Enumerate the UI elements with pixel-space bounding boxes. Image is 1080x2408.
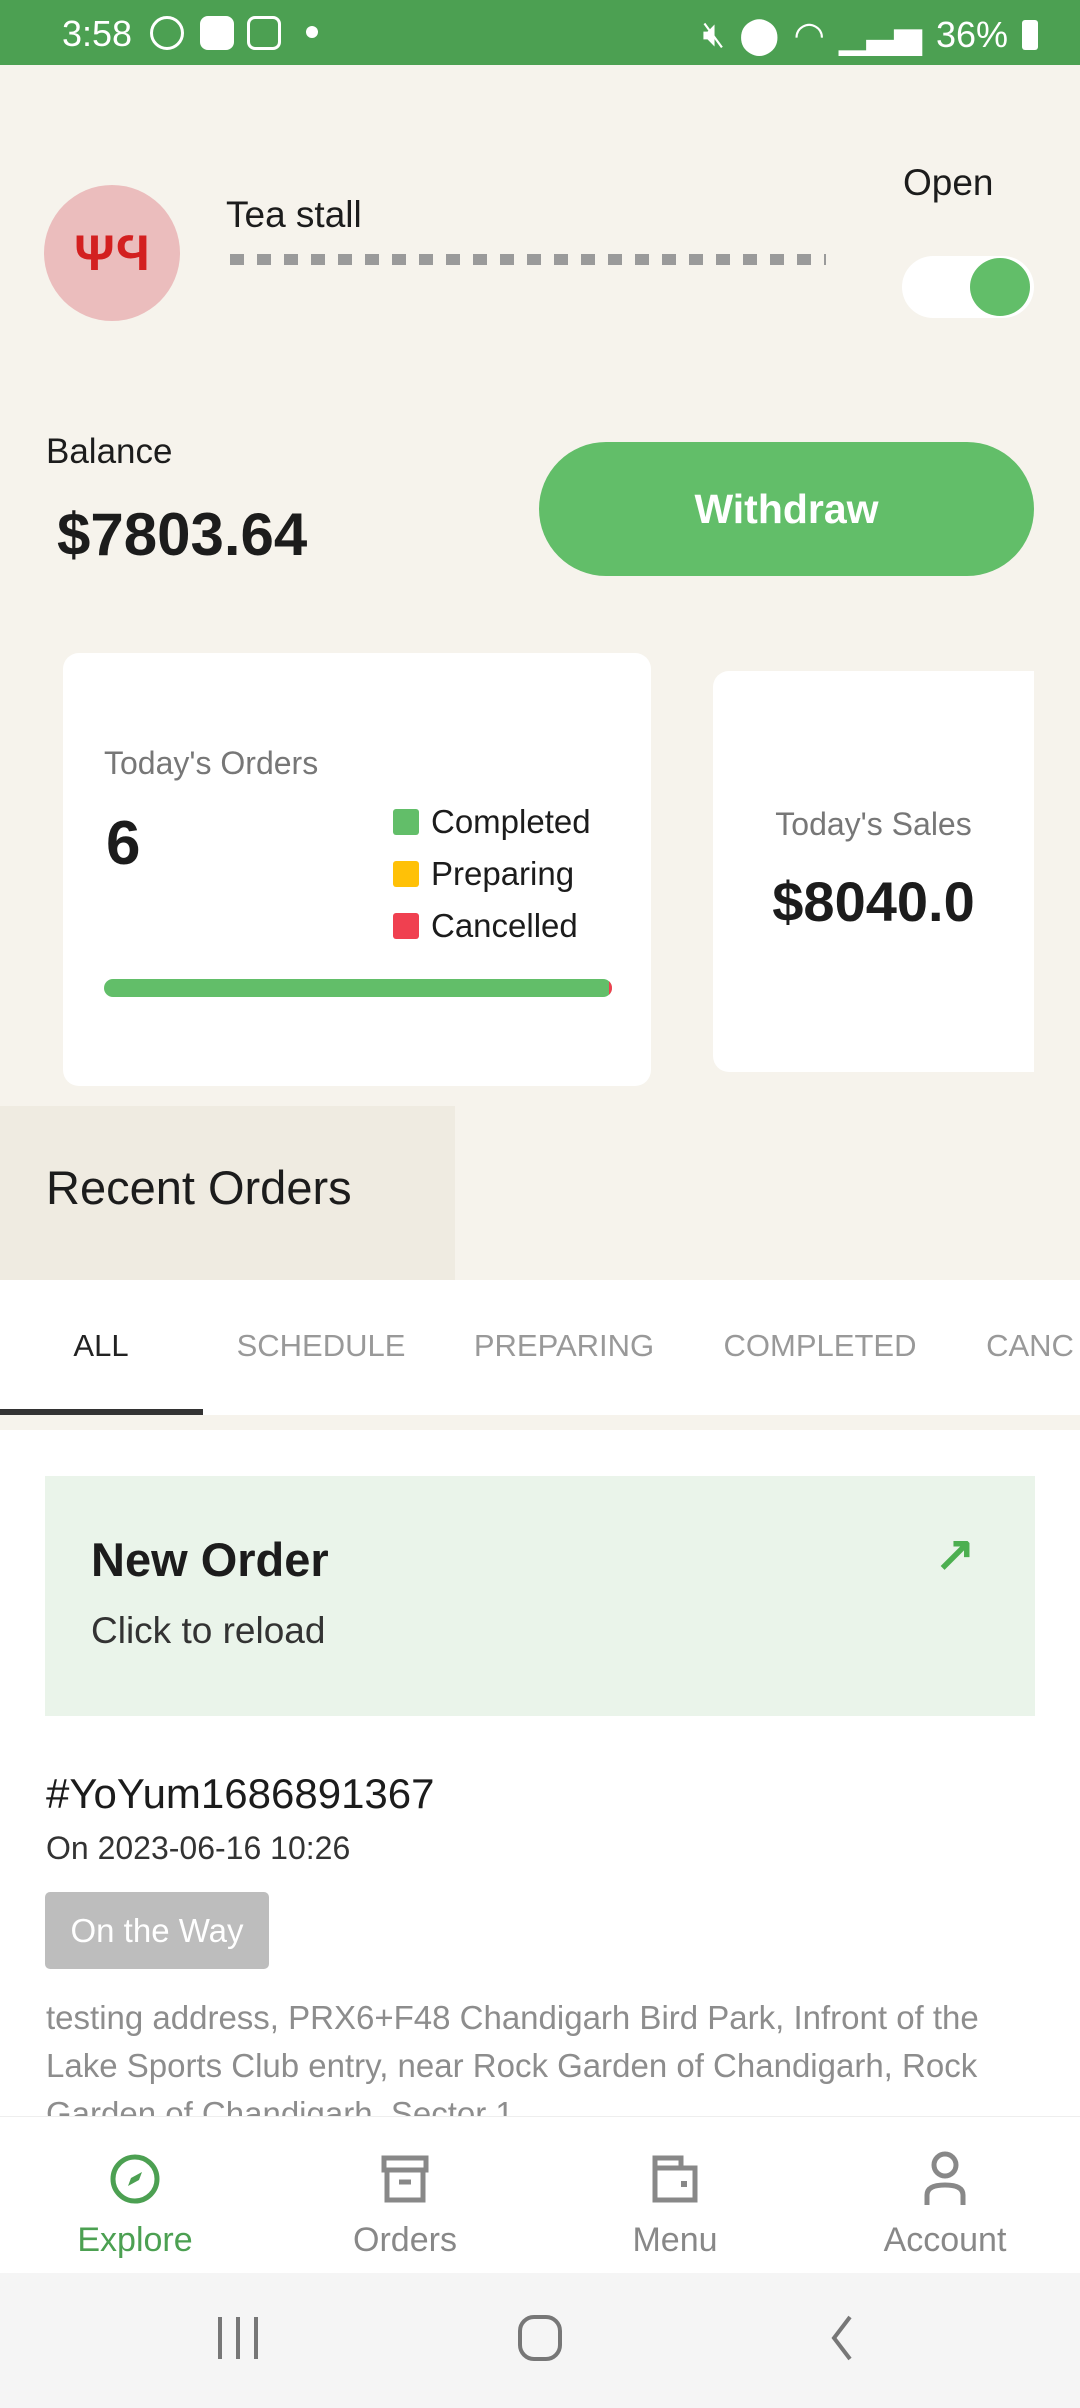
tab-all[interactable]: ALL xyxy=(73,1328,128,1364)
sales-card-title: Today's Sales xyxy=(775,806,972,842)
cancelled-segment xyxy=(609,979,612,997)
user-icon xyxy=(923,2151,967,2207)
order-address: testing address, PRX6+F48 Chandigarh Bir… xyxy=(46,1999,979,2116)
status-bar: 3:58 🔇︎ ⬤ ◠ ▁▃▅ 36% xyxy=(0,0,1080,65)
system-nav-bar xyxy=(0,2273,1080,2408)
nav-orders[interactable]: Orders xyxy=(270,2117,540,2274)
tab-completed[interactable]: COMPLETED xyxy=(724,1328,917,1364)
nav-account[interactable]: Account xyxy=(810,2117,1080,2274)
legend-cancelled: Cancelled xyxy=(393,907,578,945)
open-label: Open xyxy=(903,162,994,203)
home-icon[interactable] xyxy=(516,2313,564,2363)
sales-amount: $8040.0 xyxy=(772,870,975,933)
store-address-placeholder xyxy=(230,254,826,265)
archive-icon xyxy=(381,2151,429,2207)
tab-schedule[interactable]: SCHEDULE xyxy=(237,1328,406,1364)
balance-label: Balance xyxy=(46,432,173,471)
legend-preparing: Preparing xyxy=(393,855,574,893)
wallet-icon xyxy=(651,2151,699,2207)
back-icon[interactable] xyxy=(826,2313,858,2363)
store-name: Tea stall xyxy=(226,194,362,235)
recent-orders-title: Recent Orders xyxy=(46,1161,352,1214)
order-date: On 2023-06-16 10:26 xyxy=(46,1830,351,1866)
nav-menu[interactable]: Menu xyxy=(540,2117,810,2274)
toggle-knob xyxy=(970,258,1030,316)
bottom-nav: Explore Orders Menu Account xyxy=(0,2116,1080,2273)
gallery-icon xyxy=(247,16,281,50)
legend-completed: Completed xyxy=(393,803,591,841)
store-avatar[interactable]: ΨϤ xyxy=(44,185,180,321)
status-right: 🔇︎ ⬤ ◠ ▁▃▅ 36% xyxy=(702,13,1038,56)
compass-icon xyxy=(109,2151,161,2207)
open-toggle[interactable] xyxy=(902,256,1034,318)
tab-preparing[interactable]: PREPARING xyxy=(474,1328,654,1364)
orders-count: 6 xyxy=(106,809,141,878)
arrow-up-right-icon: ↗ xyxy=(935,1528,976,1581)
orders-card-title: Today's Orders xyxy=(104,745,319,781)
status-badge: On the Way xyxy=(45,1892,269,1969)
active-tab-indicator xyxy=(0,1409,203,1415)
status-time: 3:58 xyxy=(62,13,133,54)
signal-icon: ▁▃▅ xyxy=(838,13,922,55)
mute-icon: 🔇︎ xyxy=(702,13,726,54)
orders-progress-bar xyxy=(104,979,612,997)
todays-orders-card[interactable]: Today's Orders 6 Completed Preparing Can… xyxy=(63,653,651,1086)
new-order-subtitle: Click to reload xyxy=(91,1610,326,1651)
withdraw-button[interactable]: Withdraw xyxy=(539,442,1034,576)
battery-level: 36% xyxy=(935,13,1008,55)
face-icon xyxy=(150,16,184,50)
nav-explore[interactable]: Explore xyxy=(0,2117,270,2274)
tab-cancelled[interactable]: CANC xyxy=(986,1328,1074,1364)
app-icon xyxy=(200,16,234,50)
todays-sales-card[interactable]: Today's Sales $8040.0 xyxy=(713,671,1034,1072)
recent-apps-icon[interactable] xyxy=(214,2313,262,2363)
wifi-icon: ◠ xyxy=(793,13,825,55)
balance-amount: $7803.64 xyxy=(57,501,308,568)
new-order-banner[interactable]: New Order Click to reload ↗ xyxy=(45,1476,1035,1716)
orders-list: New Order Click to reload ↗ #YoYum168689… xyxy=(0,1430,1080,2116)
dot-icon xyxy=(306,26,318,38)
location-icon: ⬤ xyxy=(739,13,780,55)
order-tabs: ALL SCHEDULE PREPARING COMPLETED CANC xyxy=(0,1280,1080,1415)
battery-charging-icon xyxy=(1022,19,1038,50)
order-id[interactable]: #YoYum1686891367 xyxy=(46,1770,435,1818)
new-order-title: New Order xyxy=(91,1533,329,1586)
restaurant-icon: ΨϤ xyxy=(74,225,150,281)
